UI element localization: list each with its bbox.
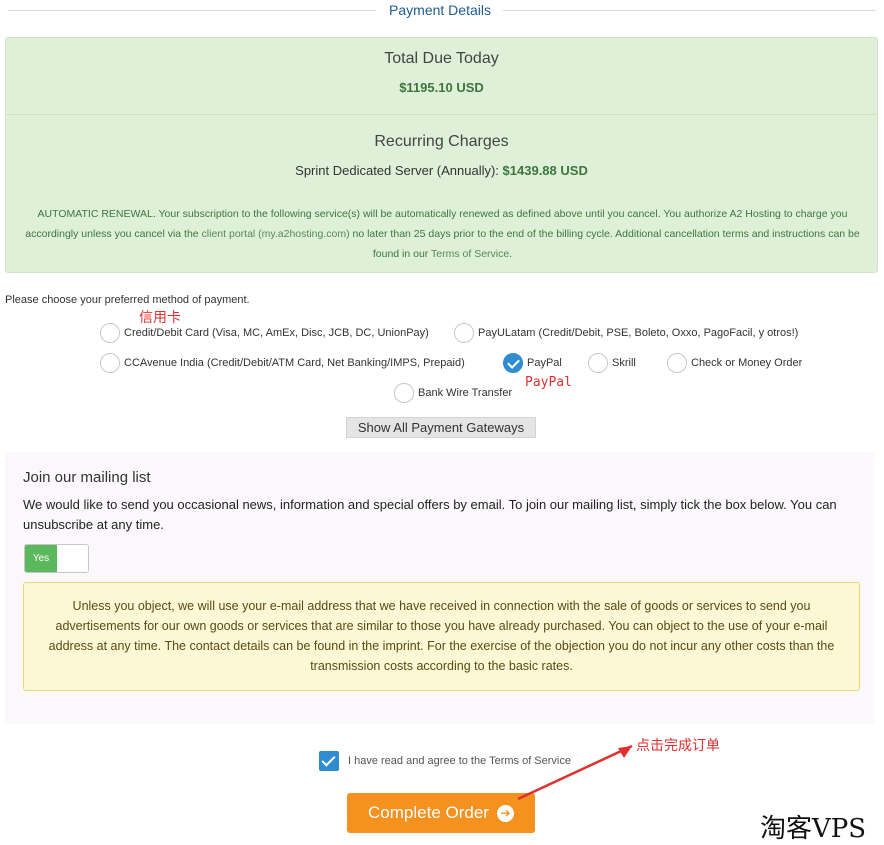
auto-renewal-notice: AUTOMATIC RENEWAL. Your subscription to … xyxy=(20,204,865,264)
payment-option-label: PayPal xyxy=(527,357,562,369)
recurring-item-label: Sprint Dedicated Server (Annually): xyxy=(295,163,499,178)
renewal-text-end: . xyxy=(509,248,513,260)
payment-option-ccavenue[interactable]: CCAvenue India (Credit/Debit/ATM Card, N… xyxy=(100,352,465,374)
total-due-amount: $1195.10 USD xyxy=(399,80,484,95)
annotation-arrowhead xyxy=(618,746,632,758)
radio-button[interactable] xyxy=(588,353,608,373)
payment-option-skrill[interactable]: Skrill xyxy=(588,352,636,374)
page-title: Payment Details xyxy=(389,2,491,18)
payment-option-label: PayULatam (Credit/Debit, PSE, Boleto, Ox… xyxy=(478,327,799,339)
payment-method-prompt: Please choose your preferred method of p… xyxy=(5,294,250,306)
payment-option-check[interactable]: Check or Money Order xyxy=(667,352,802,374)
credit-card-annotation: 信用卡 xyxy=(139,310,181,326)
complete-order-button[interactable]: Complete Order ➔ xyxy=(347,793,535,833)
payment-option-label: CCAvenue India (Credit/Debit/ATM Card, N… xyxy=(124,357,465,369)
terms-label: I have read and agree to the Terms of Se… xyxy=(348,755,571,767)
radio-button-selected[interactable] xyxy=(503,353,523,373)
payment-option-payulatam[interactable]: PayULatam (Credit/Debit, PSE, Boleto, Ox… xyxy=(454,322,798,344)
complete-order-label: Complete Order xyxy=(368,803,489,822)
terms-of-service-link[interactable]: Terms of Service xyxy=(431,248,509,260)
arrow-circle-right-icon: ➔ xyxy=(496,804,514,822)
radio-button[interactable] xyxy=(667,353,687,373)
show-all-gateways-button[interactable]: Show All Payment Gateways xyxy=(346,417,536,438)
radio-button[interactable] xyxy=(394,383,414,403)
recurring-charge-line: Sprint Dedicated Server (Annually): $143… xyxy=(6,163,877,178)
payment-option-label: Check or Money Order xyxy=(691,357,803,369)
terms-agreement[interactable]: I have read and agree to the Terms of Se… xyxy=(319,750,571,772)
watermark: 淘客VPS xyxy=(760,814,867,844)
client-portal-link[interactable]: client portal (my.a2hosting.com) xyxy=(202,228,350,240)
summary-divider xyxy=(6,114,877,115)
mailing-list-toggle[interactable]: Yes xyxy=(24,544,89,573)
header-divider-left xyxy=(8,10,376,11)
payment-option-label: Bank Wire Transfer xyxy=(418,387,513,399)
radio-button[interactable] xyxy=(454,323,474,343)
total-due-label: Total Due Today xyxy=(384,50,499,67)
radio-button[interactable] xyxy=(100,353,120,373)
payment-option-label: Credit/Debit Card (Visa, MC, AmEx, Disc,… xyxy=(124,327,429,339)
complete-order-annotation: 点击完成订单 xyxy=(636,738,720,754)
mailing-list-description: We would like to send you occasional new… xyxy=(23,497,837,532)
radio-button[interactable] xyxy=(100,323,120,343)
recurring-amount: $1439.88 USD xyxy=(502,163,588,178)
paypal-annotation: PayPal xyxy=(525,375,572,390)
email-usage-notice: Unless you object, we will use your e-ma… xyxy=(23,582,860,691)
renewal-text-2: no later than 25 days prior to the end o… xyxy=(349,228,860,260)
payment-option-bank-wire[interactable]: Bank Wire Transfer xyxy=(394,382,512,404)
recurring-charges-label: Recurring Charges xyxy=(374,133,509,150)
mailing-list-section: Join our mailing list We would like to s… xyxy=(5,452,874,724)
payment-option-label: Skrill xyxy=(612,357,636,369)
payment-details-header: Payment Details xyxy=(0,0,884,22)
terms-checkbox[interactable] xyxy=(319,751,339,771)
order-summary-box: Total Due Today $1195.10 USD Recurring C… xyxy=(5,37,878,273)
payment-option-paypal[interactable]: PayPal xyxy=(503,352,562,374)
header-divider-right xyxy=(503,10,876,11)
mailing-list-title: Join our mailing list xyxy=(23,469,151,486)
toggle-yes-label: Yes xyxy=(25,545,57,572)
